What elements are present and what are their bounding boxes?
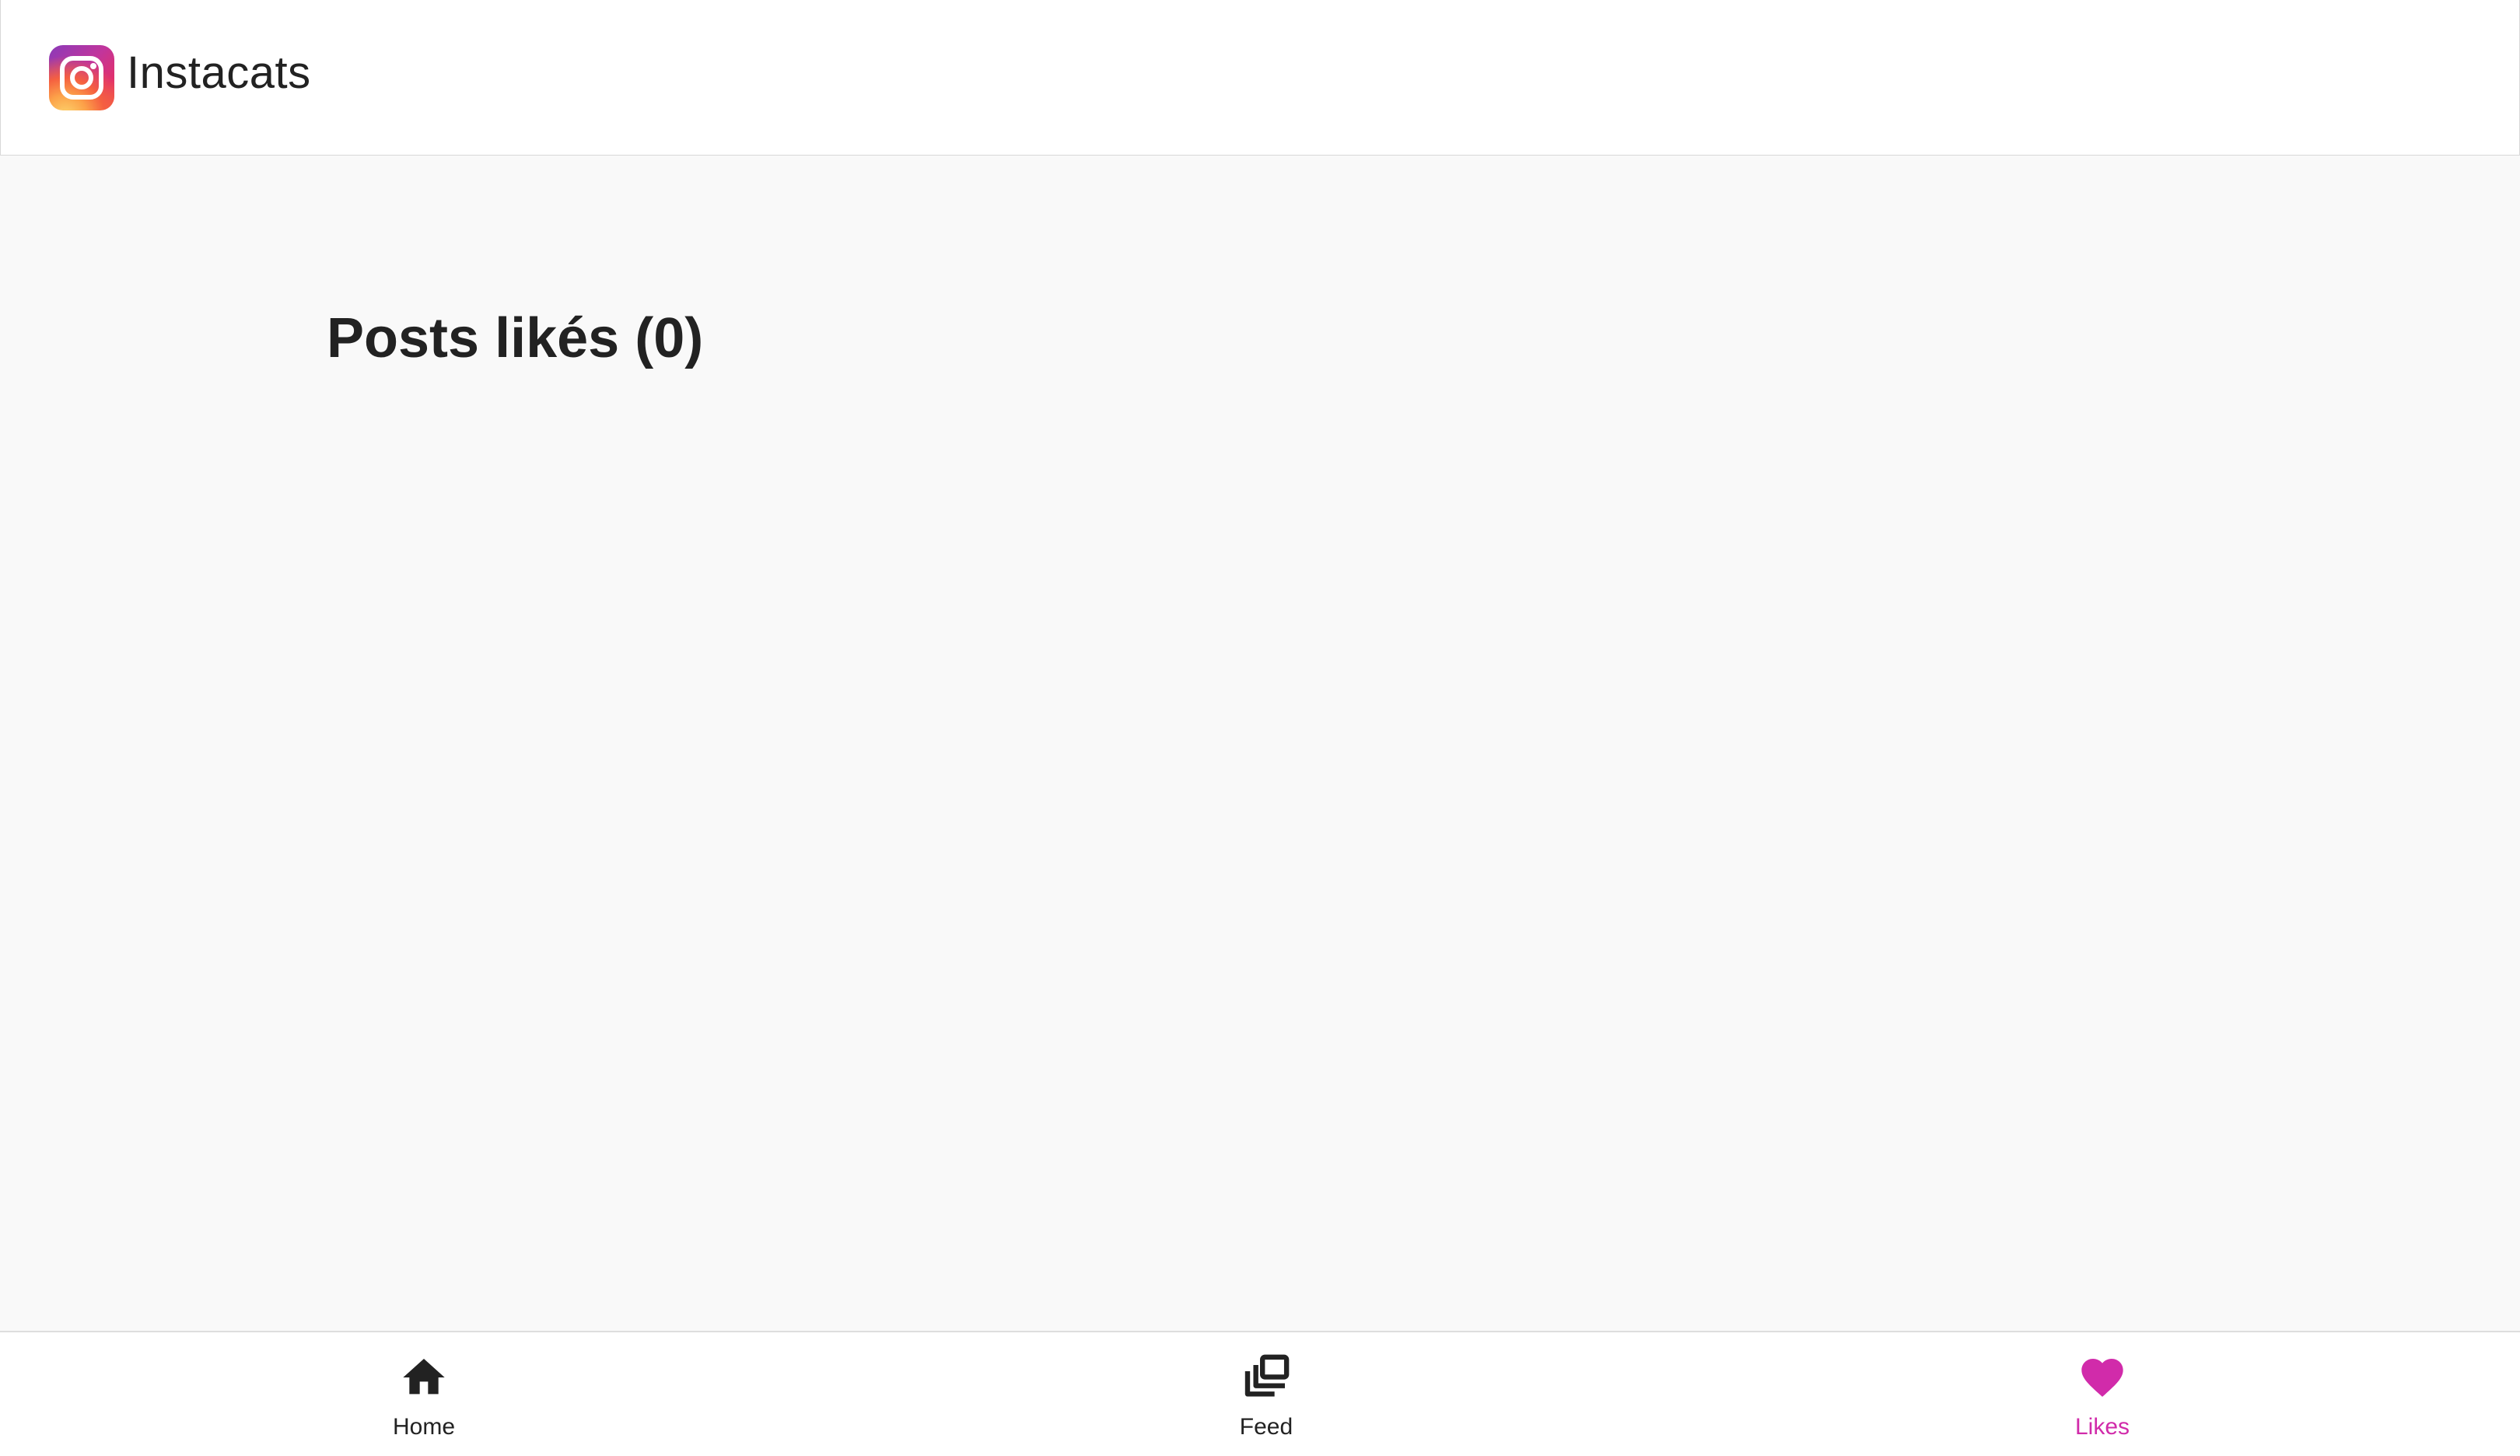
nav-item-likes[interactable]: Likes xyxy=(1986,1332,2219,1456)
nav-item-label: Feed xyxy=(1239,1414,1293,1440)
heart-icon xyxy=(2081,1359,2123,1397)
app-root: Instacats Posts likés (0) Home Feed Like… xyxy=(0,0,2520,1456)
top-app-bar: Instacats xyxy=(0,0,2520,156)
home-icon xyxy=(403,1359,445,1395)
main-content: Posts likés (0) xyxy=(0,156,2520,1331)
nav-item-label: Likes xyxy=(2074,1414,2130,1440)
nav-item-feed[interactable]: Feed xyxy=(1150,1332,1383,1456)
nav-item-label: Home xyxy=(392,1414,456,1440)
nav-item-home[interactable]: Home xyxy=(307,1332,541,1456)
stacked-images-icon xyxy=(1244,1354,1290,1397)
instagram-logo-icon[interactable] xyxy=(49,45,114,110)
app-title: Instacats xyxy=(127,47,311,98)
page-title: Posts likés (0) xyxy=(327,307,704,369)
bottom-navigation: Home Feed Likes xyxy=(0,1331,2520,1456)
